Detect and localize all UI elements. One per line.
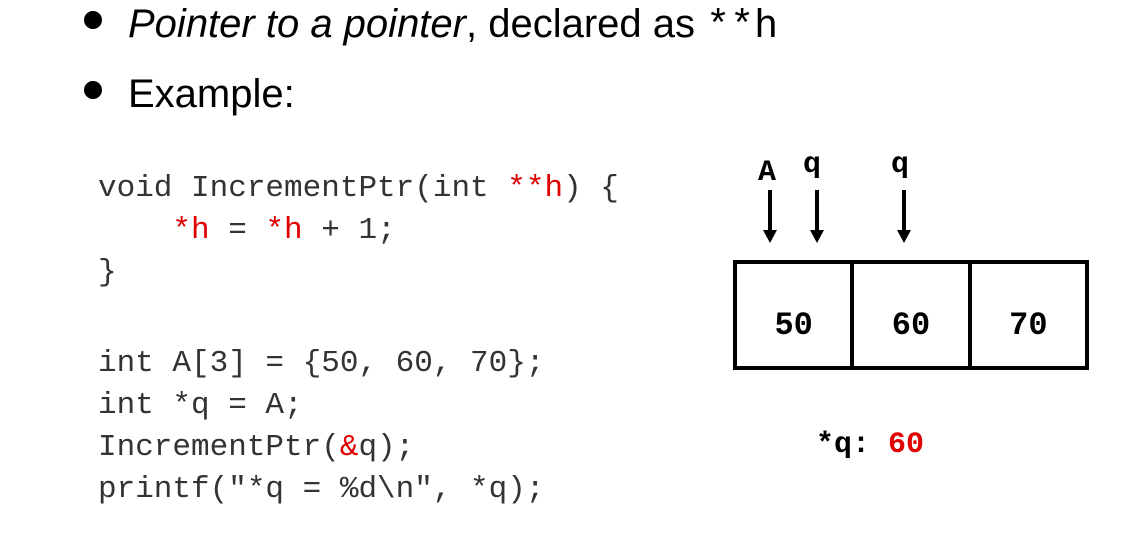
bullet-dot-icon [84, 81, 102, 99]
bullet-rest-text: , declared as [466, 2, 707, 46]
code-token: IncrementPtr( [98, 430, 340, 465]
code-token: = [209, 213, 266, 248]
code-token-highlight: *h [265, 213, 303, 248]
arrow-down-icon [763, 190, 777, 243]
code-line-5: int *q = A; [98, 388, 303, 423]
bullet-example-text: Example: [128, 72, 295, 116]
arrow-down-icon [897, 190, 911, 243]
array-cell-0: 50 [774, 306, 813, 344]
code-block-main: int A[3] = {50, 60, 70}; int *q = A; Inc… [98, 343, 544, 511]
array-cells: 50 60 70 [733, 260, 1089, 370]
bullet-example: Example: [84, 72, 295, 117]
bullet-code-text: **h [706, 5, 779, 50]
array-cell-1: 60 [850, 264, 967, 366]
code-token: ) { [563, 171, 619, 206]
code-token-highlight: **h [507, 171, 564, 206]
bullet-dot-icon [84, 11, 102, 29]
code-line-6: IncrementPtr(&q); [98, 430, 414, 465]
code-line-3: } [98, 255, 117, 290]
code-line-7: printf("*q = %d\n", *q); [98, 472, 545, 507]
pointer-label-a: A [758, 156, 777, 190]
pointer-label-q-old: q [803, 148, 822, 182]
result-label: *q: [816, 428, 871, 462]
code-line-4: int A[3] = {50, 60, 70}; [98, 346, 545, 381]
array-cell-2: 70 [967, 264, 1085, 366]
code-token: + 1; [302, 213, 396, 248]
bullet-pointer-to-pointer: Pointer to a pointer, declared as **h [84, 2, 778, 50]
arrow-down-icon [810, 190, 824, 243]
dereference-result: *q: 60 [816, 428, 924, 462]
code-token: void IncrementPtr(int [98, 171, 508, 206]
code-token-highlight: & [339, 430, 359, 465]
result-value: 60 [888, 428, 925, 462]
pointer-label-q-new: q [891, 148, 910, 182]
code-line-2: *h = *h + 1; [98, 213, 396, 248]
code-line-1: void IncrementPtr(int **h) { [98, 171, 619, 206]
code-token: q); [358, 430, 415, 465]
code-block-function: void IncrementPtr(int **h) { *h = *h + 1… [98, 168, 619, 294]
bullet-italic-text: Pointer to a pointer [128, 2, 466, 46]
code-token-highlight: *h [172, 213, 210, 248]
